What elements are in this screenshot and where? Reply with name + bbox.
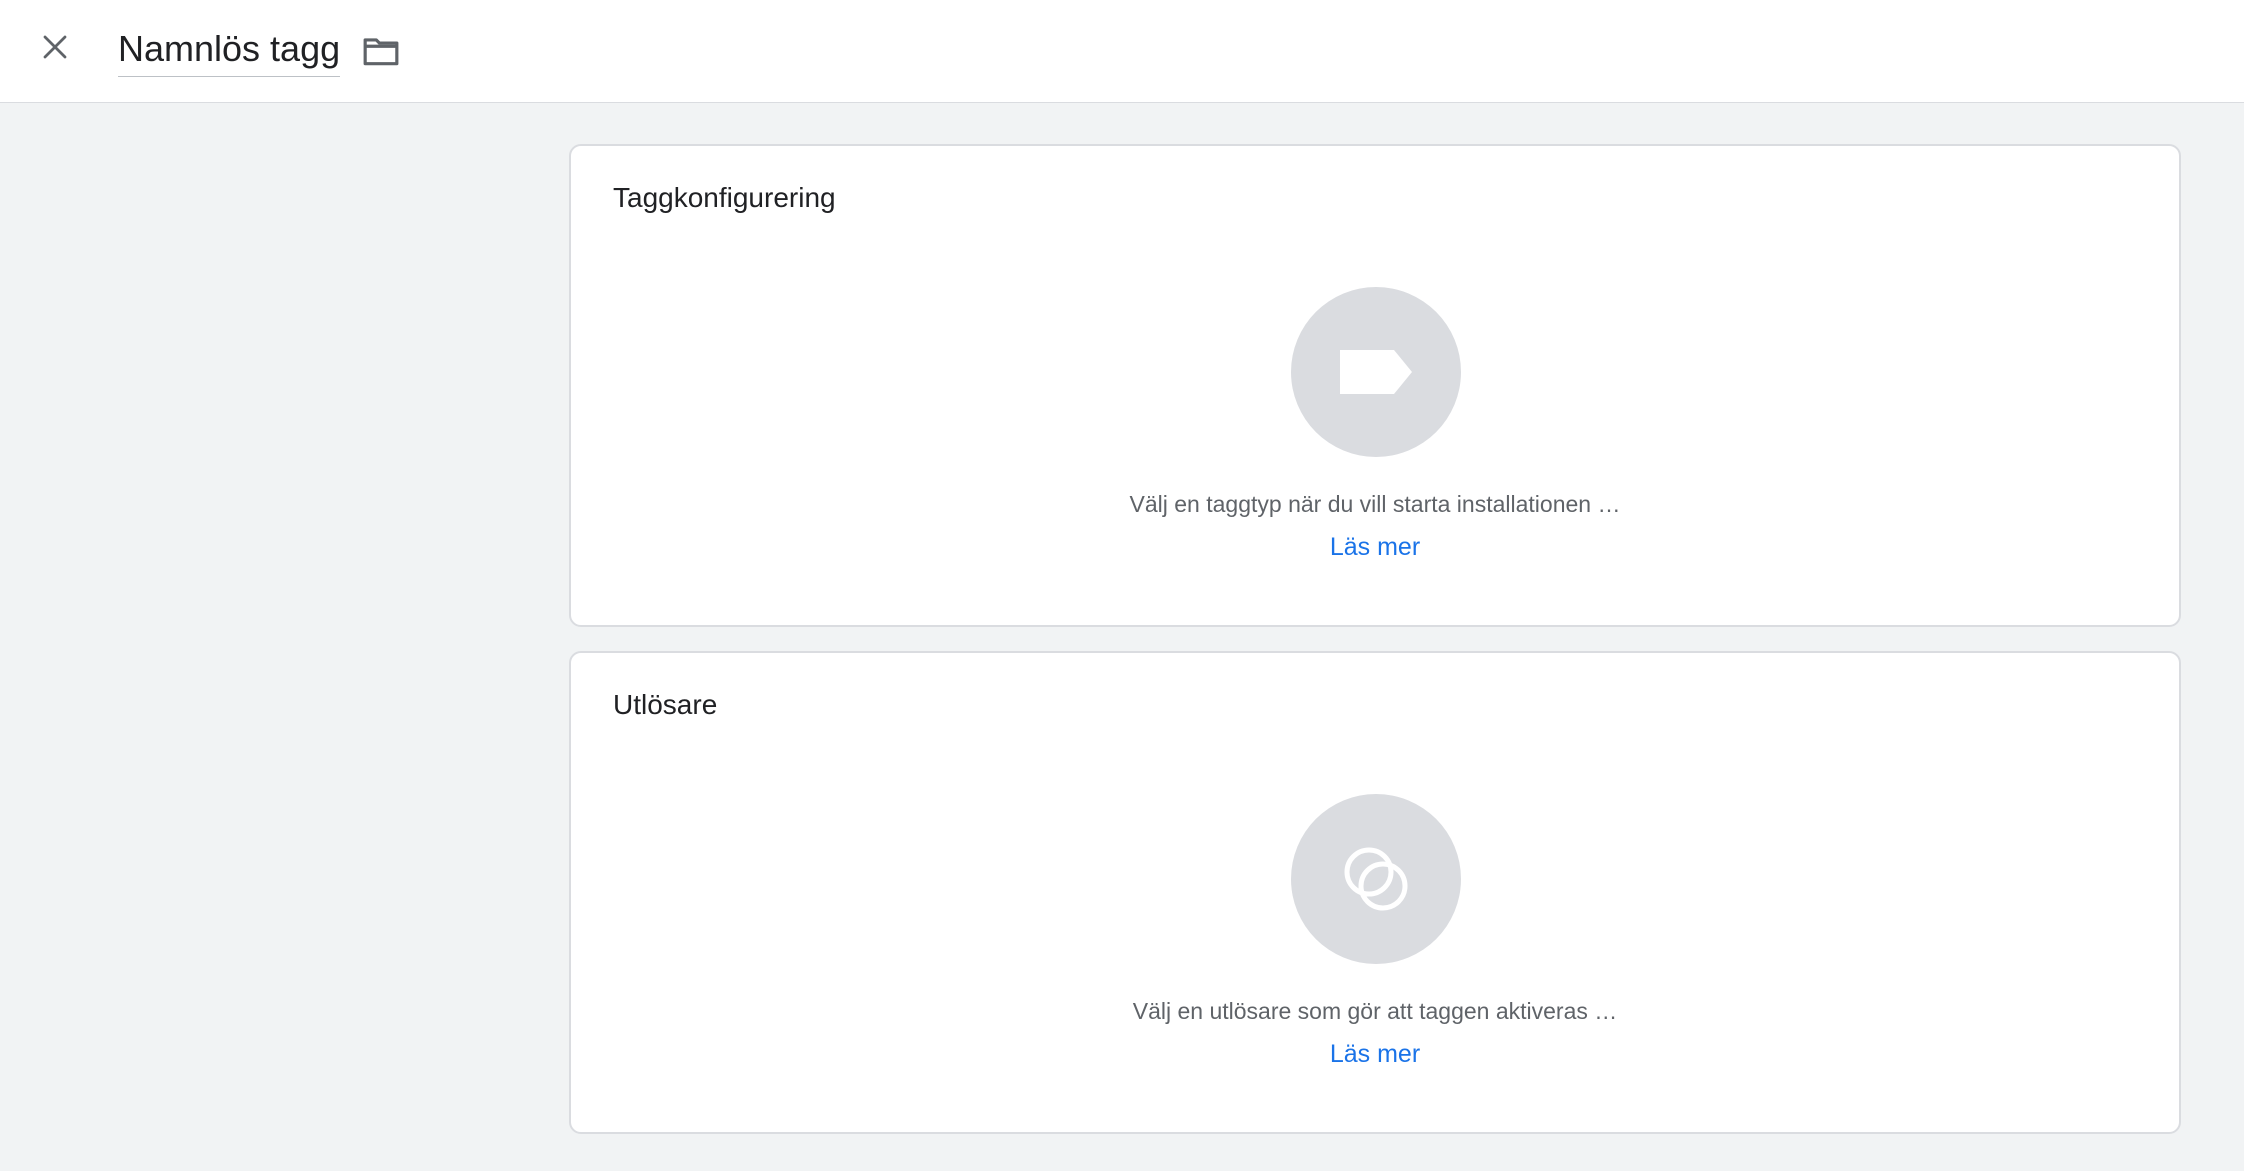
tag-placeholder[interactable] bbox=[1291, 287, 1461, 457]
trigger-icon bbox=[1344, 847, 1408, 911]
tag-icon bbox=[1340, 350, 1412, 394]
card-title: Taggkonfigurering bbox=[613, 182, 836, 213]
card-title: Utlösare bbox=[613, 689, 718, 720]
trigger-hint: Välj en utlösare som gör att taggen akti… bbox=[1132, 998, 1618, 1024]
tag-type-hint: Välj en taggtyp när du vill starta insta… bbox=[1129, 491, 1621, 517]
close-button[interactable] bbox=[30, 22, 80, 72]
tag-configuration-card[interactable]: Taggkonfigurering Välj en taggtyp när du… bbox=[569, 144, 2181, 627]
top-bar: Namnlös tagg bbox=[0, 0, 2244, 103]
folder-button[interactable] bbox=[356, 26, 406, 76]
folder-icon bbox=[363, 38, 399, 66]
learn-more-link[interactable]: Läs mer bbox=[571, 531, 2179, 563]
trigger-placeholder[interactable] bbox=[1291, 794, 1461, 964]
close-icon bbox=[43, 35, 67, 59]
tag-name-field[interactable]: Namnlös tagg bbox=[118, 24, 341, 77]
learn-more-link[interactable]: Läs mer bbox=[571, 1038, 2179, 1070]
triggering-card[interactable]: Utlösare Välj en utlösare som gör att ta… bbox=[569, 651, 2181, 1134]
